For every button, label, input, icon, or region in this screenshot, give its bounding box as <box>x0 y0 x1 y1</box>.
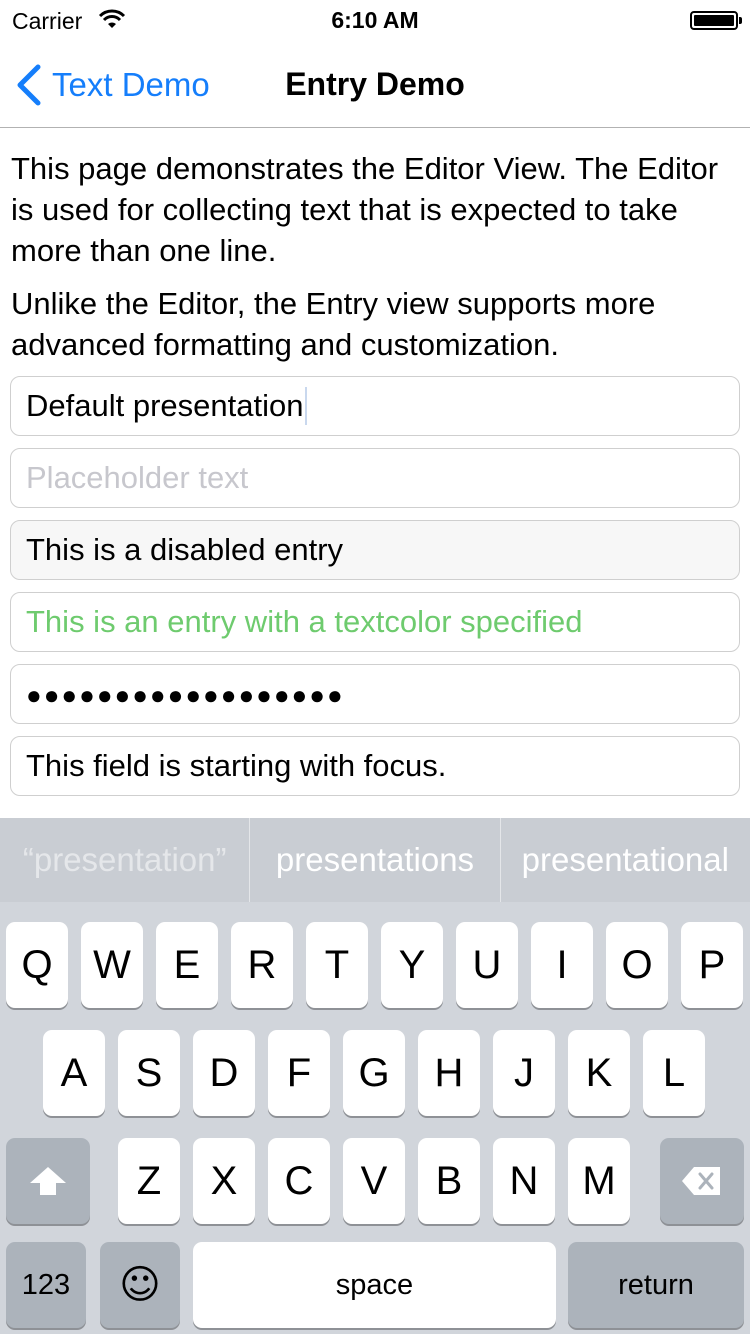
backspace-icon <box>682 1167 720 1195</box>
password-entry[interactable]: ●●●●●●●●●●●●●●●●●● <box>10 664 740 724</box>
key-w[interactable]: W <box>81 922 143 1008</box>
shift-key[interactable] <box>6 1138 90 1224</box>
key-c[interactable]: C <box>268 1138 330 1224</box>
default-entry-value: Default presentation <box>26 388 304 423</box>
suggestion-item[interactable]: “presentation” <box>0 818 249 902</box>
disabled-entry-text: This is a disabled entry <box>26 532 344 567</box>
key-n[interactable]: N <box>493 1138 555 1224</box>
key-e[interactable]: E <box>156 922 218 1008</box>
navigation-bar: Text Demo Entry Demo <box>0 40 750 128</box>
key-l[interactable]: L <box>643 1030 705 1116</box>
key-b[interactable]: B <box>418 1138 480 1224</box>
shift-icon <box>30 1167 66 1195</box>
default-entry-text: Default presentation <box>26 387 308 425</box>
clock: 6:10 AM <box>331 7 419 33</box>
password-entry-dots: ●●●●●●●●●●●●●●●●●● <box>26 680 345 710</box>
key-m[interactable]: M <box>568 1138 630 1224</box>
key-d[interactable]: D <box>193 1030 255 1116</box>
key-q[interactable]: Q <box>6 922 68 1008</box>
key-t[interactable]: T <box>306 922 368 1008</box>
colored-entry-text: This is an entry with a textcolor specif… <box>26 604 583 639</box>
page-title: Entry Demo <box>285 66 465 102</box>
numbers-key[interactable]: 123 <box>6 1242 86 1328</box>
intro-paragraph: This page demonstrates the Editor View. … <box>11 151 719 268</box>
key-u[interactable]: U <box>456 922 518 1008</box>
return-key[interactable]: return <box>568 1242 744 1328</box>
key-h[interactable]: H <box>418 1030 480 1116</box>
emoji-key[interactable]: ☺ <box>100 1242 180 1328</box>
key-r[interactable]: R <box>231 922 293 1008</box>
key-z[interactable]: Z <box>118 1138 180 1224</box>
suggestion-item[interactable]: presentational <box>499 818 750 902</box>
keyboard: “presentation” presentations presentatio… <box>0 818 750 1334</box>
focused-entry[interactable]: This field is starting with focus. <box>10 736 740 796</box>
disabled-entry: This is a disabled entry <box>10 520 740 580</box>
placeholder-entry-text: Placeholder text <box>26 460 249 495</box>
key-y[interactable]: Y <box>381 922 443 1008</box>
battery-icon <box>690 11 742 30</box>
key-f[interactable]: F <box>268 1030 330 1116</box>
key-k[interactable]: K <box>568 1030 630 1116</box>
delete-key[interactable] <box>660 1138 744 1224</box>
space-key[interactable]: space <box>193 1242 556 1328</box>
status-bar: Carrier 6:10 AM <box>0 0 750 40</box>
colored-text-entry[interactable]: This is an entry with a textcolor specif… <box>10 592 740 652</box>
key-p[interactable]: P <box>681 922 743 1008</box>
key-s[interactable]: S <box>118 1030 180 1116</box>
entry-description-paragraph: Unlike the Editor, the Entry view suppor… <box>11 286 656 362</box>
key-x[interactable]: X <box>193 1138 255 1224</box>
focused-entry-text: This field is starting with focus. <box>26 748 447 783</box>
key-j[interactable]: J <box>493 1030 555 1116</box>
key-v[interactable]: V <box>343 1138 405 1224</box>
placeholder-entry[interactable]: Placeholder text <box>10 448 740 508</box>
suggestion-bar: “presentation” presentations presentatio… <box>0 818 750 902</box>
text-cursor <box>305 387 308 425</box>
key-i[interactable]: I <box>531 922 593 1008</box>
emoji-icon: ☺ <box>119 1262 161 1308</box>
key-o[interactable]: O <box>606 922 668 1008</box>
key-g[interactable]: G <box>343 1030 405 1116</box>
default-entry[interactable]: Default presentation <box>10 376 740 436</box>
suggestion-item[interactable]: presentations <box>249 818 499 902</box>
key-a[interactable]: A <box>43 1030 105 1116</box>
